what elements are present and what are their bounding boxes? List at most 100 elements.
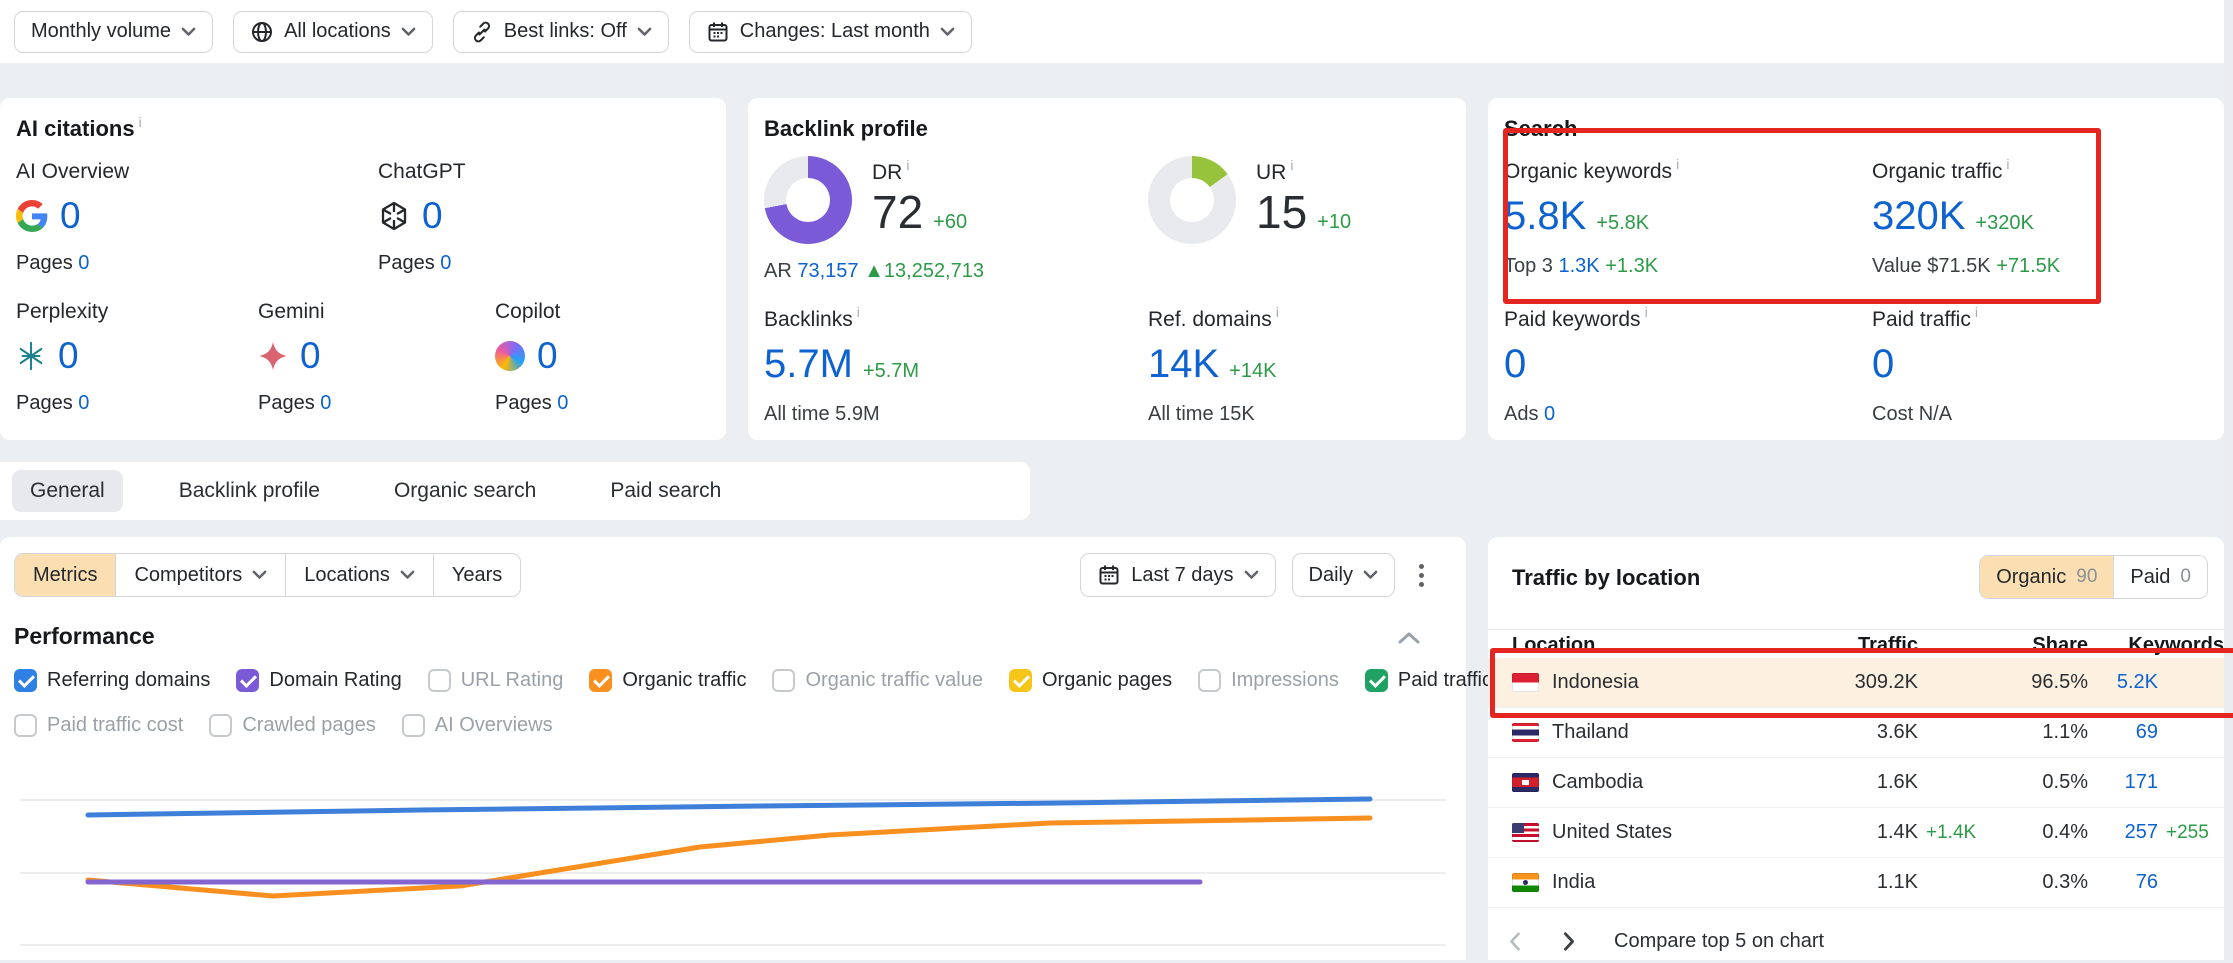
top3-value-link[interactable]: 1.3K xyxy=(1559,255,1600,277)
scrollbar-track[interactable] xyxy=(2224,0,2233,960)
indonesia-flag-icon xyxy=(1512,673,1539,692)
info-icon[interactable]: i xyxy=(2006,156,2009,172)
perplexity-value[interactable]: 0 xyxy=(58,335,79,377)
chatgpt-pages-link[interactable]: 0 xyxy=(440,252,451,274)
table-row-india[interactable]: India 1.1K 0.3% 76 xyxy=(1488,858,2224,908)
table-row-indonesia[interactable]: Indonesia 309.2K 96.5% 5.2K xyxy=(1488,658,2224,708)
collapse-chevron-up-icon[interactable] xyxy=(1398,631,1420,645)
locations-dropdown[interactable]: All locations xyxy=(233,11,433,53)
changes-dropdown[interactable]: Changes: Last month xyxy=(689,11,972,53)
years-segment[interactable]: Years xyxy=(433,554,520,596)
tab-general[interactable]: General xyxy=(12,470,123,512)
organic-traffic-value-link[interactable]: 320K xyxy=(1872,194,1965,239)
chevron-down-icon xyxy=(400,570,415,580)
next-page-chevron-right-icon[interactable] xyxy=(1542,932,1596,951)
top-filter-toolbar: Monthly volume All locations Best links:… xyxy=(0,0,2224,63)
toggle-paid[interactable]: Paid0 xyxy=(2113,556,2207,598)
ai-citations-title: AI citationsi xyxy=(16,116,142,142)
checkbox-paid-traffic[interactable]: Paid traffic xyxy=(1365,669,1492,692)
metrics-segment[interactable]: Metrics xyxy=(15,554,115,596)
ai-overview-metric: AI Overview 0 Pages 0 xyxy=(16,160,246,275)
granularity-dropdown[interactable]: Daily xyxy=(1292,553,1395,597)
keywords-link[interactable]: 5.2K xyxy=(2088,671,2158,694)
info-icon[interactable]: i xyxy=(906,157,909,173)
checkbox-organic-traffic-value[interactable]: Organic traffic value xyxy=(772,669,983,692)
checkbox-url-rating[interactable]: URL Rating xyxy=(428,669,564,692)
more-options-kebab-icon[interactable] xyxy=(1419,573,1424,578)
checkbox-domain-rating[interactable]: Domain Rating xyxy=(236,669,401,692)
table-row-thailand[interactable]: Thailand 3.6K 1.1% 69 xyxy=(1488,708,2224,758)
prev-page-chevron-left-icon[interactable] xyxy=(1488,932,1542,951)
backlink-profile-card: Backlink profile DRi 72+60 AR 73,157 ▲13… xyxy=(748,98,1466,440)
info-icon[interactable]: i xyxy=(1645,304,1648,320)
perplexity-pages-link[interactable]: 0 xyxy=(78,392,89,414)
ref-domains-block: Ref. domainsi 14K+14K All time 15K xyxy=(1148,308,1279,426)
chatgpt-value[interactable]: 0 xyxy=(422,195,443,237)
info-icon[interactable]: i xyxy=(139,114,142,130)
info-icon[interactable]: i xyxy=(1276,304,1279,320)
checkbox-crawled-pages[interactable]: Crawled pages xyxy=(209,714,375,737)
info-icon[interactable]: i xyxy=(1290,157,1293,173)
url-rating-block: URi 15+10 xyxy=(1148,156,1351,244)
table-row-cambodia[interactable]: Cambodia 1.6K 0.5% 171 xyxy=(1488,758,2224,808)
checkbox-organic-pages[interactable]: Organic pages xyxy=(1009,669,1172,692)
paid-traffic-value-link[interactable]: 0 xyxy=(1872,342,1894,387)
organic-paid-toggle: Organic90 Paid0 xyxy=(1979,555,2208,599)
ai-citations-card: AI citationsi AI Overview 0 Pages 0 Chat… xyxy=(0,98,726,440)
compare-top5-link[interactable]: Compare top 5 on chart xyxy=(1614,930,1824,953)
openai-icon xyxy=(378,200,410,232)
ads-value-link[interactable]: 0 xyxy=(1544,403,1555,425)
table-row-united-states[interactable]: United States 1.4K +1.4K 0.4% 257 +255 xyxy=(1488,808,2224,858)
keywords-link[interactable]: 76 xyxy=(2088,871,2158,894)
backlinks-value-link[interactable]: 5.7M xyxy=(764,342,853,387)
keywords-link[interactable]: 257 xyxy=(2088,821,2158,844)
info-icon[interactable]: i xyxy=(1975,304,1978,320)
dr-value: 72 xyxy=(872,185,923,239)
paid-keywords-value-link[interactable]: 0 xyxy=(1504,342,1526,387)
perplexity-metric: Perplexity 0 Pages 0 xyxy=(16,300,246,415)
ar-value-link[interactable]: 73,157 xyxy=(797,260,858,282)
keywords-link[interactable]: 69 xyxy=(2088,721,2158,744)
ai-overview-pages-link[interactable]: 0 xyxy=(78,252,89,274)
competitors-segment[interactable]: Competitors xyxy=(115,554,285,596)
tab-organic-search[interactable]: Organic search xyxy=(376,470,554,512)
ur-value: 15 xyxy=(1256,185,1307,239)
checkbox-ai-overviews[interactable]: AI Overviews xyxy=(402,714,553,737)
info-icon[interactable]: i xyxy=(857,304,860,320)
copilot-pages-link[interactable]: 0 xyxy=(557,392,568,414)
chevron-down-icon xyxy=(252,570,267,580)
best-links-dropdown[interactable]: Best links: Off xyxy=(453,11,669,53)
date-range-dropdown[interactable]: Last 7 days xyxy=(1080,553,1275,597)
google-g-icon xyxy=(16,200,48,232)
tab-paid-search[interactable]: Paid search xyxy=(592,470,739,512)
organic-keywords-value-link[interactable]: 5.8K xyxy=(1504,194,1586,239)
chatgpt-metric: ChatGPT 0 Pages 0 xyxy=(378,160,608,275)
checkbox-paid-traffic-cost[interactable]: Paid traffic cost xyxy=(14,714,183,737)
ai-overview-value[interactable]: 0 xyxy=(60,195,81,237)
ur-donut-chart xyxy=(1148,156,1236,244)
info-icon[interactable]: i xyxy=(1676,156,1679,172)
location-table-footer: Compare top 5 on chart xyxy=(1488,919,2224,963)
united-states-flag-icon xyxy=(1512,823,1539,842)
section-tabs: General Backlink profile Organic search … xyxy=(0,462,1030,520)
search-card: Search Organic keywordsi 5.8K+5.8K Top 3… xyxy=(1488,98,2224,440)
keywords-link[interactable]: 171 xyxy=(2088,771,2158,794)
locations-segment[interactable]: Locations xyxy=(285,554,433,596)
toggle-organic[interactable]: Organic90 xyxy=(1980,556,2113,598)
ref-domains-value-link[interactable]: 14K xyxy=(1148,342,1219,387)
ref-domains-delta: +14K xyxy=(1229,360,1276,383)
checkbox-icon xyxy=(428,669,451,692)
copilot-value[interactable]: 0 xyxy=(537,335,558,377)
checkbox-icon xyxy=(1009,669,1032,692)
checkbox-referring-domains[interactable]: Referring domains xyxy=(14,669,210,692)
gemini-value[interactable]: 0 xyxy=(300,335,321,377)
checkbox-organic-traffic[interactable]: Organic traffic xyxy=(589,669,746,692)
checkbox-icon xyxy=(402,714,425,737)
monthly-volume-dropdown[interactable]: Monthly volume xyxy=(14,11,213,53)
tab-backlink-profile[interactable]: Backlink profile xyxy=(161,470,338,512)
checkbox-impressions[interactable]: Impressions xyxy=(1198,669,1339,692)
best-links-label: Best links: Off xyxy=(504,20,627,43)
gemini-pages-link[interactable]: 0 xyxy=(320,392,331,414)
perplexity-icon xyxy=(16,341,46,371)
calendar-icon xyxy=(1097,563,1121,587)
